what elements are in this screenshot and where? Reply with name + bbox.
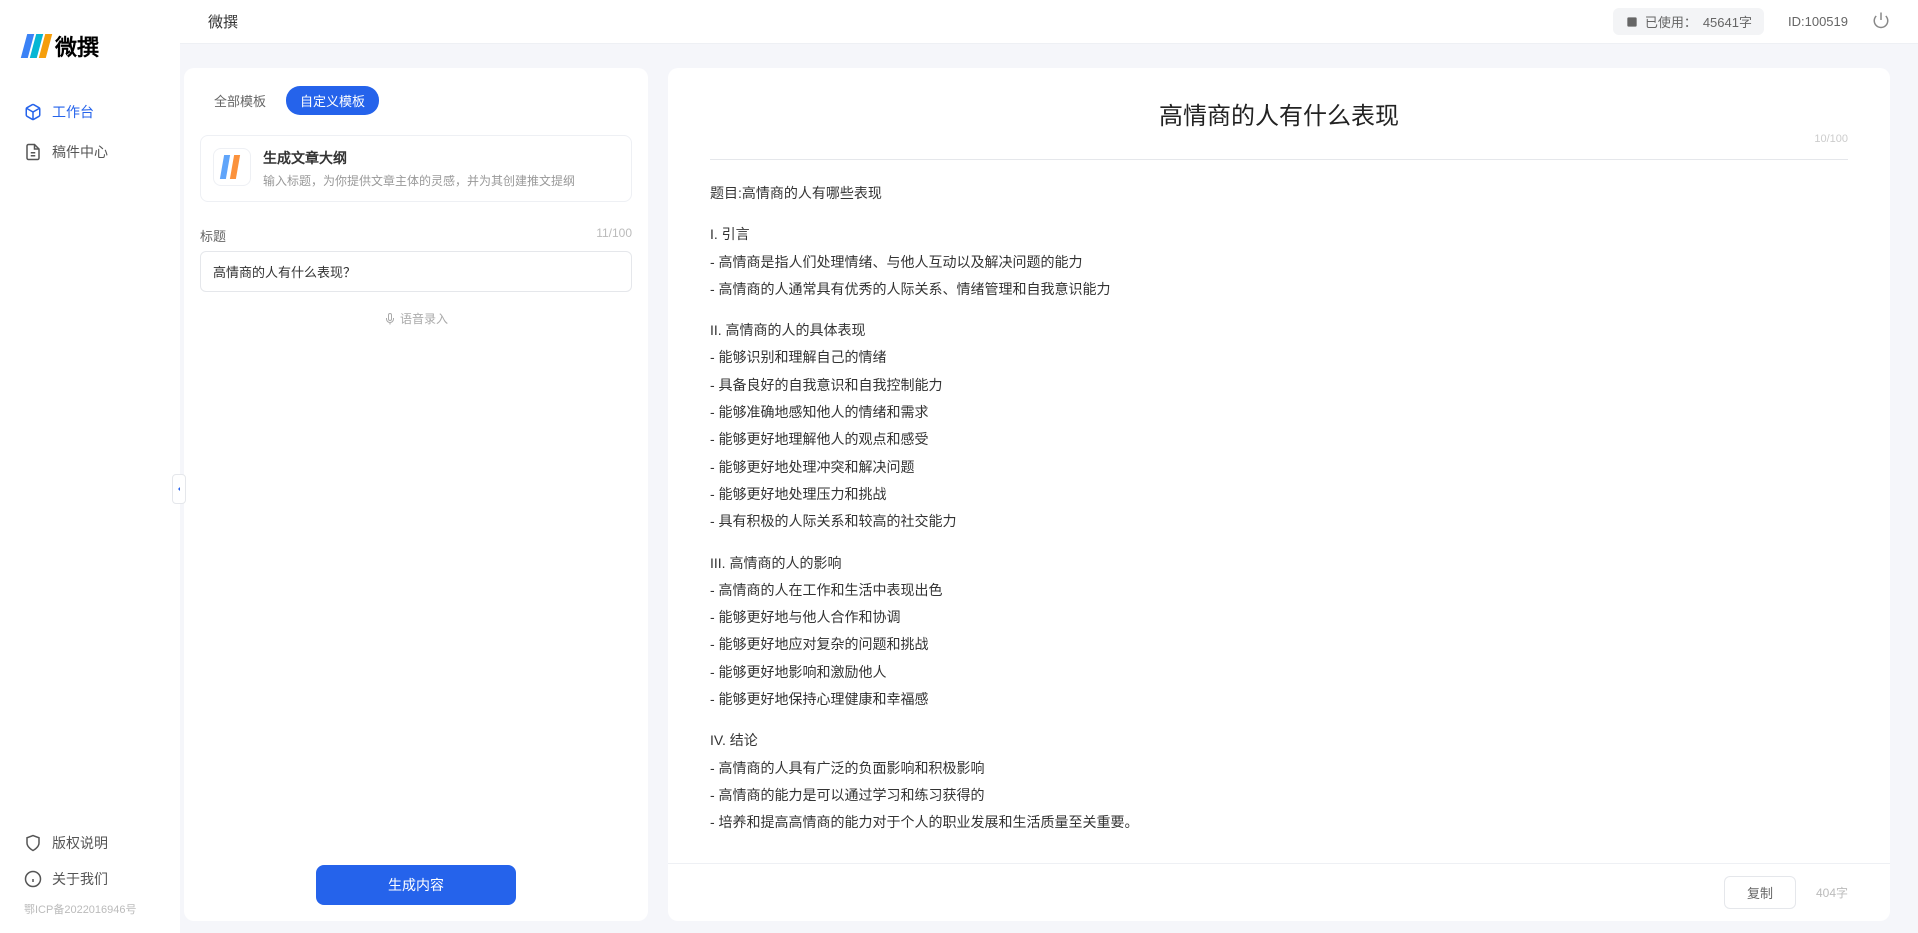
document-icon	[24, 143, 42, 161]
text-icon	[1625, 15, 1639, 29]
template-icon	[213, 148, 251, 186]
output-line: IV. 结论	[710, 727, 1848, 754]
logo-icon	[24, 34, 49, 58]
output-section: III. 高情商的人的影响- 高情商的人在工作和生活中表现出色- 能够更好地与他…	[710, 550, 1848, 714]
output-line: 题目:高情商的人有哪些表现	[710, 180, 1848, 207]
voice-input-button[interactable]: 语音录入	[184, 292, 648, 345]
field-counter: 11/100	[596, 226, 632, 245]
nav-workbench[interactable]: 工作台	[0, 92, 180, 132]
footer-copyright[interactable]: 版权说明	[0, 825, 180, 861]
output-line: III. 高情商的人的影响	[710, 550, 1848, 577]
output-line: II. 高情商的人的具体表现	[710, 317, 1848, 344]
output-line: - 培养和提高高情商的能力对于个人的职业发展和生活质量至关重要。	[710, 809, 1848, 836]
output-line: - 能够更好地理解他人的观点和感受	[710, 426, 1848, 453]
output-body: 题目:高情商的人有哪些表现 I. 引言- 高情商是指人们处理情绪、与他人互动以及解…	[668, 160, 1890, 863]
mic-icon	[384, 313, 396, 325]
generate-button[interactable]: 生成内容	[316, 865, 516, 905]
template-title: 生成文章大纲	[263, 148, 619, 168]
output-title-counter: 10/100	[710, 133, 1848, 145]
footer-about[interactable]: 关于我们	[0, 861, 180, 897]
power-button[interactable]	[1872, 11, 1890, 32]
title-input[interactable]: 高情商的人有什么表现？	[200, 251, 632, 292]
topbar: 微撰 已使用： 45641字 ID:100519	[180, 0, 1918, 44]
panel-right: 高情商的人有什么表现 10/100 题目:高情商的人有哪些表现I. 引言- 高情…	[668, 68, 1890, 921]
output-title: 高情商的人有什么表现	[710, 96, 1848, 131]
output-line: I. 引言	[710, 221, 1848, 248]
panel-left: 全部模板 自定义模板 生成文章大纲 输入标题，为你提供文章主体的灵感，并为其创建…	[184, 68, 648, 921]
page-title: 微撰	[208, 11, 238, 32]
output-line: - 能够更好地应对复杂的问题和挑战	[710, 631, 1848, 658]
tab-all-templates[interactable]: 全部模板	[200, 86, 280, 115]
output-section: IV. 结论- 高情商的人具有广泛的负面影响和积极影响- 高情商的能力是可以通过…	[710, 727, 1848, 836]
voice-label: 语音录入	[400, 310, 448, 327]
sidebar-nav: 工作台 稿件中心	[0, 92, 180, 825]
template-card[interactable]: 生成文章大纲 输入标题，为你提供文章主体的灵感，并为其创建推文提纲	[200, 135, 632, 202]
output-section: II. 高情商的人的具体表现- 能够识别和理解自己的情绪- 具备良好的自我意识和…	[710, 317, 1848, 535]
usage-value: 45641字	[1703, 12, 1752, 31]
output-line: - 高情商的人在工作和生活中表现出色	[710, 577, 1848, 604]
output-line: - 能够识别和理解自己的情绪	[710, 344, 1848, 371]
output-line: - 能够更好地影响和激励他人	[710, 659, 1848, 686]
output-line: - 能够更好地与他人合作和协调	[710, 604, 1848, 631]
template-desc: 输入标题，为你提供文章主体的灵感，并为其创建推文提纲	[263, 172, 619, 189]
copy-button[interactable]: 复制	[1724, 876, 1796, 909]
nav-drafts[interactable]: 稿件中心	[0, 132, 180, 172]
output-section: 题目:高情商的人有哪些表现	[710, 180, 1848, 207]
output-line: - 高情商的人通常具有优秀的人际关系、情绪管理和自我意识能力	[710, 276, 1848, 303]
output-line: - 能够更好地处理压力和挑战	[710, 481, 1848, 508]
chevron-left-icon	[175, 483, 183, 495]
output-line: - 具有积极的人际关系和较高的社交能力	[710, 508, 1848, 535]
icp-text: 鄂ICP备2022016946号	[0, 897, 180, 921]
output-line: - 高情商的能力是可以通过学习和练习获得的	[710, 782, 1848, 809]
info-icon	[24, 870, 42, 888]
sidebar: 微撰 工作台 稿件中心 版权说明 关于我们 鄂ICP备2022016946号	[0, 0, 180, 933]
logo-text: 微撰	[55, 30, 99, 62]
output-line: - 高情商是指人们处理情绪、与他人互动以及解决问题的能力	[710, 249, 1848, 276]
output-line: - 具备良好的自我意识和自我控制能力	[710, 372, 1848, 399]
user-id: ID:100519	[1788, 14, 1848, 29]
sidebar-footer: 版权说明 关于我们 鄂ICP备2022016946号	[0, 825, 180, 933]
output-line: - 能够准确地感知他人的情绪和需求	[710, 399, 1848, 426]
output-line: - 能够更好地处理冲突和解决问题	[710, 454, 1848, 481]
footer-label: 版权说明	[52, 833, 108, 853]
nav-label: 工作台	[52, 102, 94, 122]
field-label: 标题	[200, 226, 226, 245]
collapse-handle[interactable]	[172, 474, 186, 504]
power-icon	[1872, 11, 1890, 29]
tab-custom-templates[interactable]: 自定义模板	[286, 86, 379, 115]
shield-icon	[24, 834, 42, 852]
usage-label: 已使用：	[1645, 12, 1697, 31]
cube-icon	[24, 103, 42, 121]
output-line: - 能够更好地保持心理健康和幸福感	[710, 686, 1848, 713]
tabs: 全部模板 自定义模板	[184, 68, 648, 127]
nav-label: 稿件中心	[52, 142, 108, 162]
footer-label: 关于我们	[52, 869, 108, 889]
output-section: I. 引言- 高情商是指人们处理情绪、与他人互动以及解决问题的能力- 高情商的人…	[710, 221, 1848, 303]
output-line: - 高情商的人具有广泛的负面影响和积极影响	[710, 755, 1848, 782]
usage-pill: 已使用： 45641字	[1613, 8, 1764, 35]
logo: 微撰	[0, 20, 180, 92]
word-count: 404字	[1816, 884, 1848, 901]
